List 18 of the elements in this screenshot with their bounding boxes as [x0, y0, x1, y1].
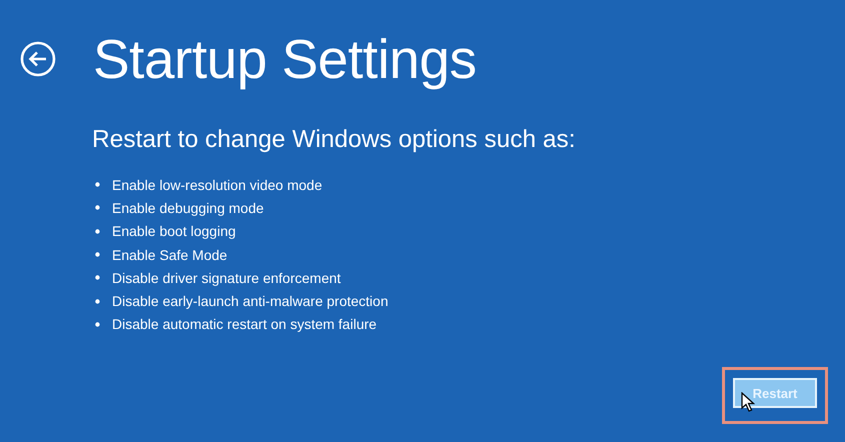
- page-title: Startup Settings: [93, 27, 476, 91]
- bullet-icon: [95, 322, 100, 327]
- option-text: Enable debugging mode: [112, 200, 264, 216]
- option-text: Disable driver signature enforcement: [112, 270, 341, 286]
- option-text: Disable early-launch anti-malware protection: [112, 293, 388, 310]
- bullet-icon: [95, 228, 100, 234]
- option-text: Enable low-resolution video mode: [112, 176, 322, 193]
- subtitle: Restart to change Windows options such as:: [92, 125, 576, 155]
- mouse-pointer-icon: [741, 392, 755, 412]
- option-text: Disable automatic restart on system failure: [112, 316, 377, 332]
- option-text: Enable Safe Mode: [112, 246, 228, 263]
- bullet-icon: [95, 298, 100, 304]
- restart-button[interactable]: Restart: [733, 378, 817, 408]
- bullet-icon: [95, 275, 100, 280]
- bullet-icon: [95, 252, 100, 258]
- bullet-icon: [95, 182, 100, 188]
- option-text: Enable boot logging: [112, 223, 236, 240]
- bullet-icon: [95, 205, 100, 210]
